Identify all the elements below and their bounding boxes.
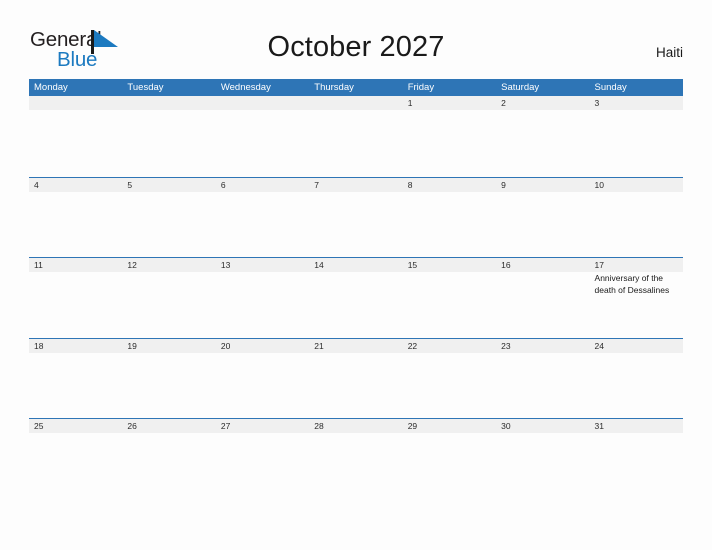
day-number: 9 [501,179,506,190]
day-cell[interactable] [216,96,309,176]
day-number: 15 [407,260,418,270]
day-cell[interactable]: 5 [122,178,215,258]
day-number: 23 [501,340,511,351]
day-cell[interactable]: 1 [403,96,496,176]
day-number: 13 [220,260,231,270]
day-number: 31 [594,421,604,431]
weekday-header-row: Monday Tuesday Wednesday Thursday Friday… [29,79,683,96]
day-cell[interactable] [29,96,122,176]
day-cell[interactable]: 3 [590,96,683,176]
day-number: 17 [594,260,604,270]
day-cell[interactable]: 18 [29,339,122,419]
weekday-header-monday: Monday [34,82,68,93]
week-row: 1 2 3 [29,96,683,177]
weekday-header-saturday: Saturday [501,82,540,93]
day-cell[interactable]: 14 [309,258,402,338]
day-number: 21 [314,340,324,351]
day-number: 6 [220,179,226,190]
day-number: 5 [127,179,133,190]
day-number: 10 [594,179,604,190]
day-number: 3 [594,98,600,108]
day-cell[interactable]: 6 [216,178,309,258]
day-cell[interactable]: 30 [496,419,589,499]
day-cell[interactable]: 9 [496,178,589,258]
day-cell[interactable]: 24 [590,339,683,419]
day-cell[interactable]: 26 [122,419,215,499]
day-number: 30 [501,421,511,431]
week-row: 25 26 27 28 29 30 31 [29,418,683,499]
day-number [127,96,211,110]
day-number: 22 [407,340,418,351]
country-label: Haiti [655,45,683,60]
day-cell[interactable]: 20 [216,339,309,419]
day-cell[interactable]: 25 [29,419,122,499]
day-cell[interactable]: 15 [403,258,496,338]
day-number [314,96,398,110]
day-cell[interactable]: 29 [403,419,496,499]
day-number [34,96,118,110]
day-number: 20 [220,340,231,351]
weekday-header-wednesday: Wednesday [220,82,271,93]
day-number: 14 [314,260,324,270]
day-number: 11 [34,260,43,270]
day-cell[interactable]: 7 [309,178,402,258]
weekday-header-friday: Friday [407,82,435,93]
day-number: 1 [407,98,413,108]
day-number: 29 [407,421,418,431]
day-cell[interactable]: 8 [403,178,496,258]
day-cell[interactable]: 4 [29,178,122,258]
page-title: October 2027 [267,31,445,63]
day-cell[interactable]: 22 [403,339,496,419]
day-cell[interactable]: 11 [29,258,122,338]
day-cell[interactable]: 16 [496,258,589,338]
day-number: 27 [220,421,231,431]
day-cell[interactable]: 10 [590,178,683,258]
day-number: 16 [501,260,511,270]
day-number: 26 [127,421,137,431]
calendar-grid: Monday Tuesday Wednesday Thursday Friday… [29,79,683,499]
page-header: General Blue October 2027 Haiti [0,0,712,78]
day-number: 18 [34,340,44,351]
day-number: 19 [127,340,137,351]
week-row: 11 12 13 14 15 16 17 Anniversary of the … [29,257,683,338]
weekday-header-sunday: Sunday [594,82,627,93]
day-cell[interactable]: 27 [216,419,309,499]
day-number: 2 [501,98,506,108]
day-event: Anniversary of the death of Dessalines [594,273,670,295]
day-cell[interactable]: 23 [496,339,589,419]
day-number: 12 [127,260,137,270]
week-row: 18 19 20 21 22 23 24 [29,337,683,419]
day-number: 4 [34,179,39,190]
day-number: 24 [594,340,604,351]
day-cell[interactable]: 13 [216,258,309,338]
day-cell[interactable] [309,96,402,176]
weekday-header-tuesday: Tuesday [127,82,164,93]
day-cell[interactable]: 31 [590,419,683,499]
day-number [221,96,305,110]
day-number: 25 [34,421,44,431]
day-cell[interactable]: 17 Anniversary of the death of Dessaline… [590,258,683,338]
week-row: 4 5 6 7 8 9 10 [29,176,683,258]
day-cell[interactable]: 28 [309,419,402,499]
day-cell[interactable]: 12 [122,258,215,338]
day-cell[interactable]: 19 [122,339,215,419]
day-number: 28 [314,421,324,431]
day-cell[interactable]: 2 [496,96,589,176]
day-cell[interactable]: 21 [309,339,402,419]
day-cell[interactable] [122,96,215,176]
day-number: 8 [407,179,413,190]
day-number: 7 [314,179,319,190]
weekday-header-thursday: Thursday [314,82,354,93]
